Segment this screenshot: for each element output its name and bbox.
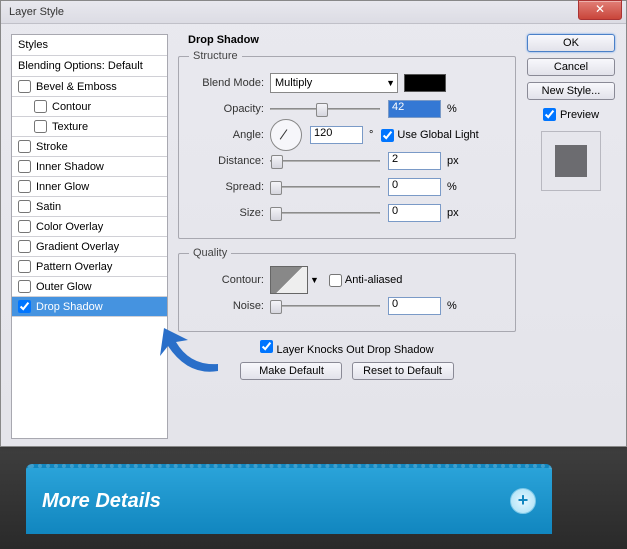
style-checkbox[interactable] [34,120,47,133]
style-label: Contour [52,101,91,113]
style-checkbox[interactable] [18,280,31,293]
contour-picker[interactable] [270,266,308,294]
chevron-down-icon[interactable]: ▼ [310,275,319,285]
style-checkbox[interactable] [34,100,47,113]
style-checkbox[interactable] [18,240,31,253]
style-item-satin[interactable]: Satin [12,197,167,217]
use-global-light-checkbox[interactable] [381,129,394,142]
quality-legend: Quality [189,247,231,259]
chevron-down-icon: ▼ [386,78,395,88]
window-title: Layer Style [9,6,64,18]
style-item-contour[interactable]: Contour [12,97,167,117]
style-item-outer-glow[interactable]: Outer Glow [12,277,167,297]
distance-input[interactable]: 2 [388,152,441,170]
style-label: Satin [36,201,61,213]
style-label: Inner Shadow [36,161,104,173]
size-slider[interactable] [270,205,380,221]
style-label: Inner Glow [36,181,89,193]
style-checkbox[interactable] [18,260,31,273]
angle-label: Angle: [189,129,264,141]
settings-panel: Drop Shadow Structure Blend Mode: Multip… [178,34,516,439]
reset-default-button[interactable]: Reset to Default [352,362,454,380]
style-checkbox[interactable] [18,200,31,213]
opacity-input[interactable]: 42 [388,100,441,118]
style-item-color-overlay[interactable]: Color Overlay [12,217,167,237]
close-button[interactable]: ✕ [578,0,622,20]
blend-mode-select[interactable]: Multiply▼ [270,73,398,93]
titlebar: Layer Style ✕ [1,1,626,24]
banner-text: More Details [42,490,510,513]
style-label: Gradient Overlay [36,241,119,253]
style-checkbox[interactable] [18,80,31,93]
style-checkbox[interactable] [18,300,31,313]
size-label: Size: [189,207,264,219]
style-label: Outer Glow [36,281,92,293]
style-checkbox[interactable] [18,220,31,233]
more-details-banner[interactable]: More Details + [26,464,552,534]
style-item-bevel-emboss[interactable]: Bevel & Emboss [12,77,167,97]
style-label: Texture [52,121,88,133]
noise-slider[interactable] [270,298,380,314]
style-checkbox[interactable] [18,140,31,153]
cancel-button[interactable]: Cancel [527,58,615,76]
style-item-inner-shadow[interactable]: Inner Shadow [12,157,167,177]
noise-input[interactable]: 0 [388,297,441,315]
style-label: Stroke [36,141,68,153]
styles-header[interactable]: Styles [12,35,167,56]
style-label: Bevel & Emboss [36,81,117,93]
style-item-pattern-overlay[interactable]: Pattern Overlay [12,257,167,277]
style-label: Pattern Overlay [36,261,112,273]
use-global-light-label: Use Global Light [397,129,478,141]
ok-button[interactable]: OK [527,34,615,52]
noise-label: Noise: [189,300,264,312]
knockout-checkbox[interactable] [260,340,273,353]
distance-label: Distance: [189,155,264,167]
dialog-buttons: OK Cancel New Style... Preview [526,34,616,439]
contour-label: Contour: [189,274,264,286]
style-item-gradient-overlay[interactable]: Gradient Overlay [12,237,167,257]
style-label: Drop Shadow [36,301,103,313]
style-item-texture[interactable]: Texture [12,117,167,137]
preview-label: Preview [560,109,599,121]
style-item-drop-shadow[interactable]: Drop Shadow [12,297,167,317]
size-input[interactable]: 0 [388,204,441,222]
blend-mode-label: Blend Mode: [189,77,264,89]
style-checkbox[interactable] [18,160,31,173]
style-label: Color Overlay [36,221,103,233]
structure-group: Structure Blend Mode: Multiply▼ Opacity:… [178,50,516,239]
preview-checkbox[interactable] [543,108,556,121]
opacity-label: Opacity: [189,103,264,115]
knockout-label: Layer Knocks Out Drop Shadow [276,344,433,356]
structure-legend: Structure [189,50,242,62]
blending-options[interactable]: Blending Options: Default [12,56,167,77]
quality-group: Quality Contour: ▼ Anti-aliased Noise: 0… [178,247,516,332]
styles-panel: Styles Blending Options: Default Bevel &… [11,34,168,439]
plus-icon[interactable]: + [510,488,536,514]
spread-input[interactable]: 0 [388,178,441,196]
anti-aliased-checkbox[interactable] [329,274,342,287]
panel-title: Drop Shadow [188,34,516,46]
angle-dial[interactable] [270,119,302,151]
make-default-button[interactable]: Make Default [240,362,342,380]
layer-style-dialog: Layer Style ✕ Styles Blending Options: D… [0,0,627,447]
angle-input[interactable]: 120 [310,126,363,144]
spread-slider[interactable] [270,179,380,195]
style-checkbox[interactable] [18,180,31,193]
style-item-stroke[interactable]: Stroke [12,137,167,157]
spread-label: Spread: [189,181,264,193]
distance-slider[interactable] [270,153,380,169]
shadow-color-swatch[interactable] [404,74,446,92]
style-item-inner-glow[interactable]: Inner Glow [12,177,167,197]
anti-aliased-label: Anti-aliased [345,274,402,286]
preview-thumbnail [541,131,601,191]
new-style-button[interactable]: New Style... [527,82,615,100]
opacity-slider[interactable] [270,101,380,117]
